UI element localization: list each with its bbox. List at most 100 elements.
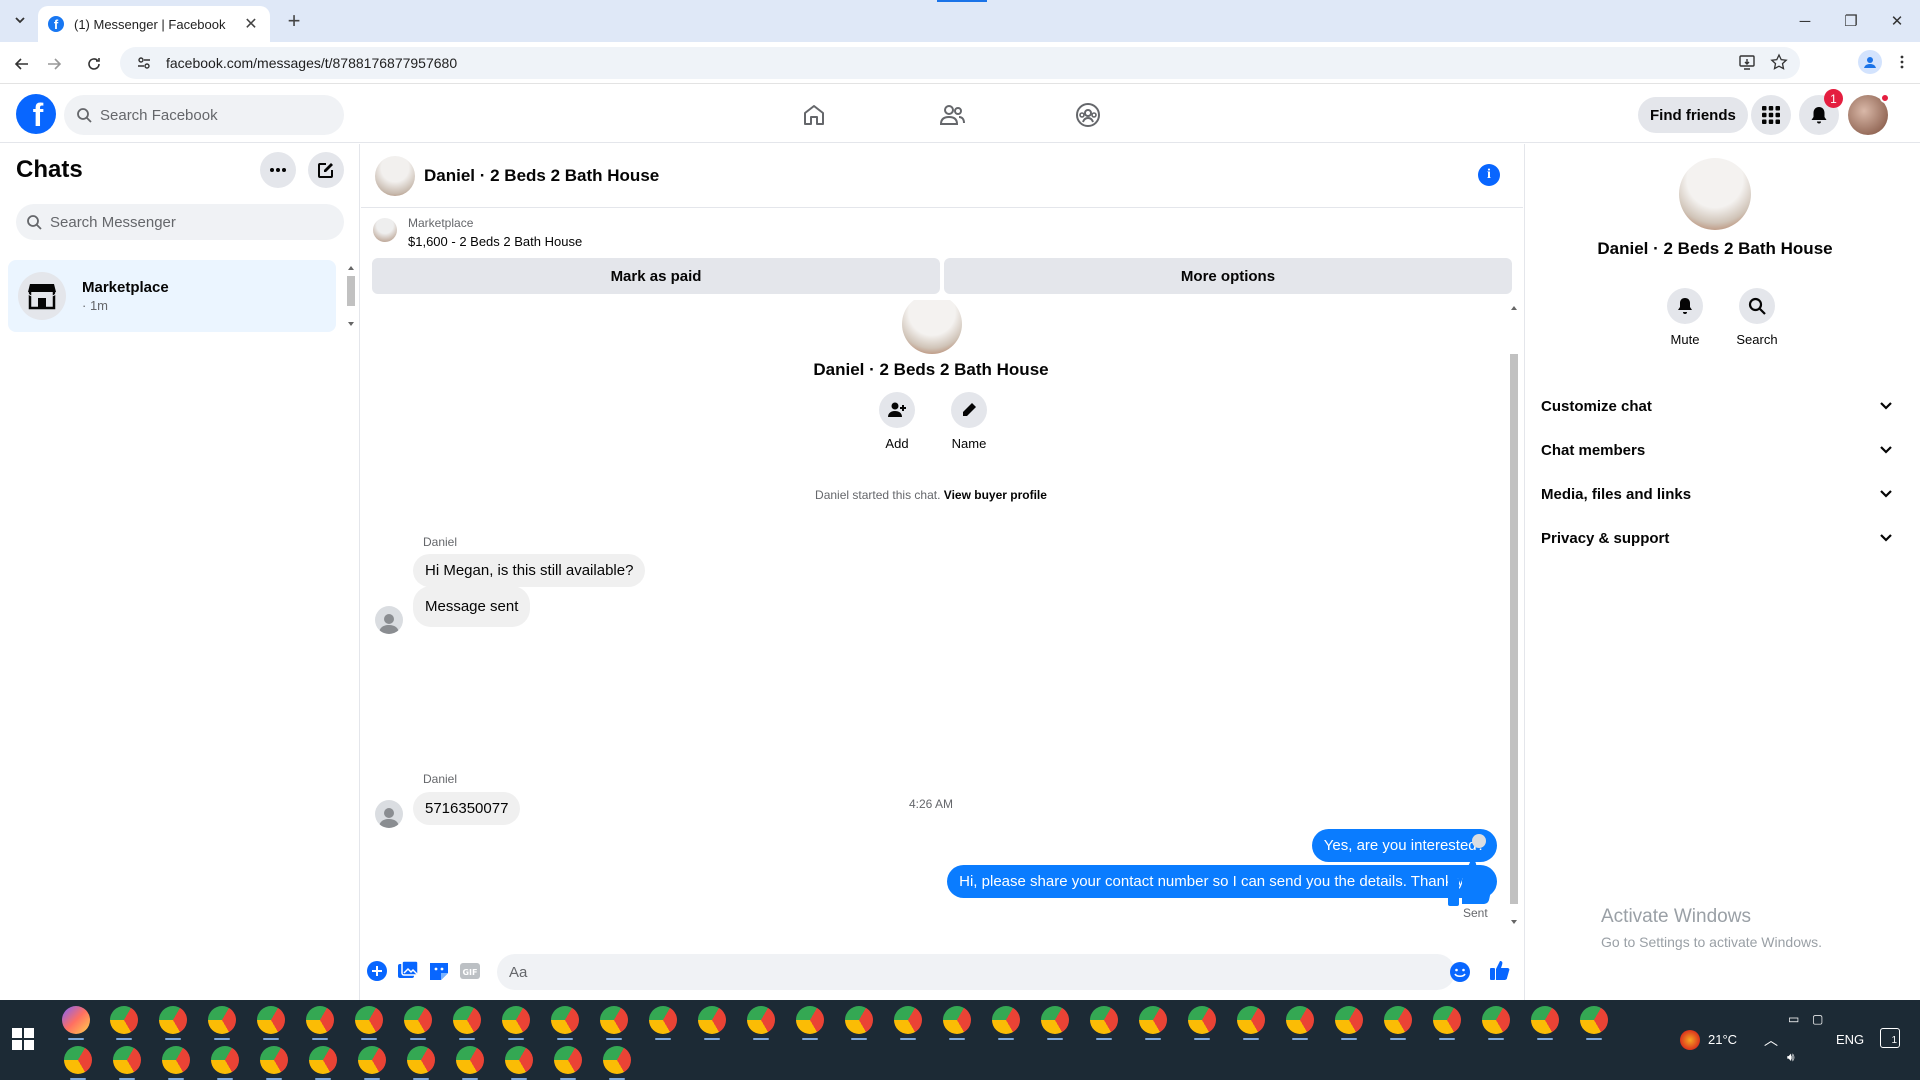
chrome-app-icon[interactable]: [698, 1006, 726, 1034]
add-people-button[interactable]: Add: [867, 392, 927, 451]
volume-icon[interactable]: 🔊︎: [1787, 1050, 1795, 1065]
restore-button[interactable]: ❐: [1828, 0, 1874, 42]
conversation-title[interactable]: Daniel · 2 Beds 2 Bath House: [424, 166, 659, 186]
chrome-app-icon[interactable]: [355, 1006, 383, 1034]
chrome-app-icon[interactable]: [505, 1046, 533, 1074]
messenger-search-input[interactable]: [50, 213, 320, 231]
weather-icon[interactable]: [1680, 1030, 1700, 1050]
chrome-app-icon[interactable]: [404, 1006, 432, 1034]
chrome-app-icon[interactable]: [502, 1006, 530, 1034]
chat-list-item[interactable]: Marketplace · 1m: [8, 260, 336, 332]
tab-search-button[interactable]: [8, 8, 32, 32]
gif-icon[interactable]: GIF: [459, 960, 481, 982]
menu-button[interactable]: [1751, 95, 1791, 135]
copilot-app-icon[interactable]: [62, 1006, 90, 1034]
temperature[interactable]: 21°C: [1708, 1032, 1737, 1047]
bookmark-star-icon[interactable]: [1770, 53, 1788, 71]
chrome-app-icon[interactable]: [1090, 1006, 1118, 1034]
listing-title[interactable]: $1,600 - 2 Beds 2 Bath House: [408, 234, 582, 249]
like-button-icon[interactable]: [1489, 959, 1511, 981]
chrome-app-icon[interactable]: [358, 1046, 386, 1074]
details-avatar[interactable]: [1679, 158, 1751, 230]
minimize-button[interactable]: ─: [1782, 0, 1828, 42]
search-in-chat-button[interactable]: Search: [1727, 288, 1787, 347]
close-window-button[interactable]: ✕: [1874, 0, 1920, 42]
like-sticker[interactable]: [1447, 856, 1497, 908]
chrome-app-icon[interactable]: [1237, 1006, 1265, 1034]
nav-groups[interactable]: [1058, 95, 1118, 135]
chrome-app-icon[interactable]: [554, 1046, 582, 1074]
chrome-app-icon[interactable]: [1188, 1006, 1216, 1034]
thread-scrollbar[interactable]: [1507, 300, 1521, 930]
chrome-app-icon[interactable]: [796, 1006, 824, 1034]
chrome-app-icon[interactable]: [551, 1006, 579, 1034]
notification-center-icon[interactable]: 1: [1880, 1028, 1900, 1048]
chrome-app-icon[interactable]: [453, 1006, 481, 1034]
sticker-icon[interactable]: [428, 960, 450, 982]
show-hidden-icons-chevron-up-icon[interactable]: ︿: [1764, 1030, 1778, 1050]
chrome-app-icon[interactable]: [1531, 1006, 1559, 1034]
chrome-app-icon[interactable]: [747, 1006, 775, 1034]
chrome-app-icon[interactable]: [407, 1046, 435, 1074]
info-icon[interactable]: i: [1478, 164, 1500, 186]
forward-button[interactable]: [40, 50, 68, 78]
browser-profile-icon[interactable]: [1858, 50, 1882, 74]
facebook-search[interactable]: [64, 95, 344, 135]
mute-button[interactable]: Mute: [1655, 288, 1715, 347]
chrome-app-icon[interactable]: [1335, 1006, 1363, 1034]
chrome-app-icon[interactable]: [260, 1046, 288, 1074]
install-app-icon[interactable]: [1738, 53, 1756, 71]
meet-icon[interactable]: ▢: [1812, 1012, 1823, 1026]
back-button[interactable]: [8, 50, 36, 78]
chrome-app-icon[interactable]: [1286, 1006, 1314, 1034]
facebook-search-input[interactable]: [100, 106, 320, 124]
find-friends-button[interactable]: Find friends: [1638, 97, 1748, 133]
chrome-app-icon[interactable]: [113, 1046, 141, 1074]
customize-chat-section[interactable]: Customize chat: [1541, 384, 1893, 428]
chrome-app-icon[interactable]: [456, 1046, 484, 1074]
language-indicator[interactable]: ENG: [1836, 1032, 1864, 1047]
privacy-support-section[interactable]: Privacy & support: [1541, 516, 1893, 560]
media-files-section[interactable]: Media, files and links: [1541, 472, 1893, 516]
chrome-app-icon[interactable]: [1384, 1006, 1412, 1034]
more-options-button[interactable]: More options: [944, 258, 1512, 294]
view-buyer-profile-link[interactable]: View buyer profile: [944, 488, 1047, 502]
more-vertical-icon[interactable]: [1894, 54, 1910, 70]
message-input-field[interactable]: [497, 954, 1455, 990]
chat-members-section[interactable]: Chat members: [1541, 428, 1893, 472]
chrome-app-icon[interactable]: [162, 1046, 190, 1074]
new-message-button[interactable]: [308, 152, 344, 188]
rename-button[interactable]: Name: [939, 392, 999, 451]
outgoing-message[interactable]: Hi, please share your contact number so …: [947, 865, 1497, 898]
chrome-app-icon[interactable]: [894, 1006, 922, 1034]
chrome-app-icon[interactable]: [110, 1006, 138, 1034]
incoming-message[interactable]: Message sent: [413, 586, 531, 627]
notifications-button[interactable]: 1: [1799, 89, 1843, 135]
chrome-app-icon[interactable]: [1482, 1006, 1510, 1034]
chrome-app-icon[interactable]: [208, 1006, 236, 1034]
new-tab-button[interactable]: +: [282, 8, 306, 33]
profile-avatar[interactable]: [1848, 93, 1890, 135]
address-bar[interactable]: facebook.com/messages/t/8788176877957680: [120, 47, 1800, 79]
sender-avatar[interactable]: [375, 606, 403, 634]
messenger-search[interactable]: [16, 204, 344, 240]
emoji-icon[interactable]: [1449, 961, 1471, 983]
windows-start-icon[interactable]: [12, 1028, 34, 1050]
conversation-avatar[interactable]: [375, 156, 415, 196]
sidebar-scrollbar[interactable]: [344, 260, 358, 332]
chrome-app-icon[interactable]: [943, 1006, 971, 1034]
chrome-app-icon[interactable]: [600, 1006, 628, 1034]
chrome-app-icon[interactable]: [992, 1006, 1020, 1034]
nav-friends[interactable]: [922, 95, 982, 135]
chrome-app-icon[interactable]: [159, 1006, 187, 1034]
listing-thumbnail[interactable]: [373, 218, 397, 242]
photo-icon[interactable]: [397, 960, 419, 982]
browser-tab[interactable]: f (1) Messenger | Facebook ✕: [38, 6, 270, 42]
chrome-app-icon[interactable]: [1041, 1006, 1069, 1034]
message-input[interactable]: [509, 963, 1389, 981]
incoming-message[interactable]: Hi Megan, is this still available?: [413, 554, 646, 587]
nav-home[interactable]: [784, 95, 844, 135]
close-tab-icon[interactable]: ✕: [242, 14, 260, 34]
facebook-logo-icon[interactable]: f: [16, 94, 56, 134]
sender-avatar[interactable]: [375, 800, 403, 828]
